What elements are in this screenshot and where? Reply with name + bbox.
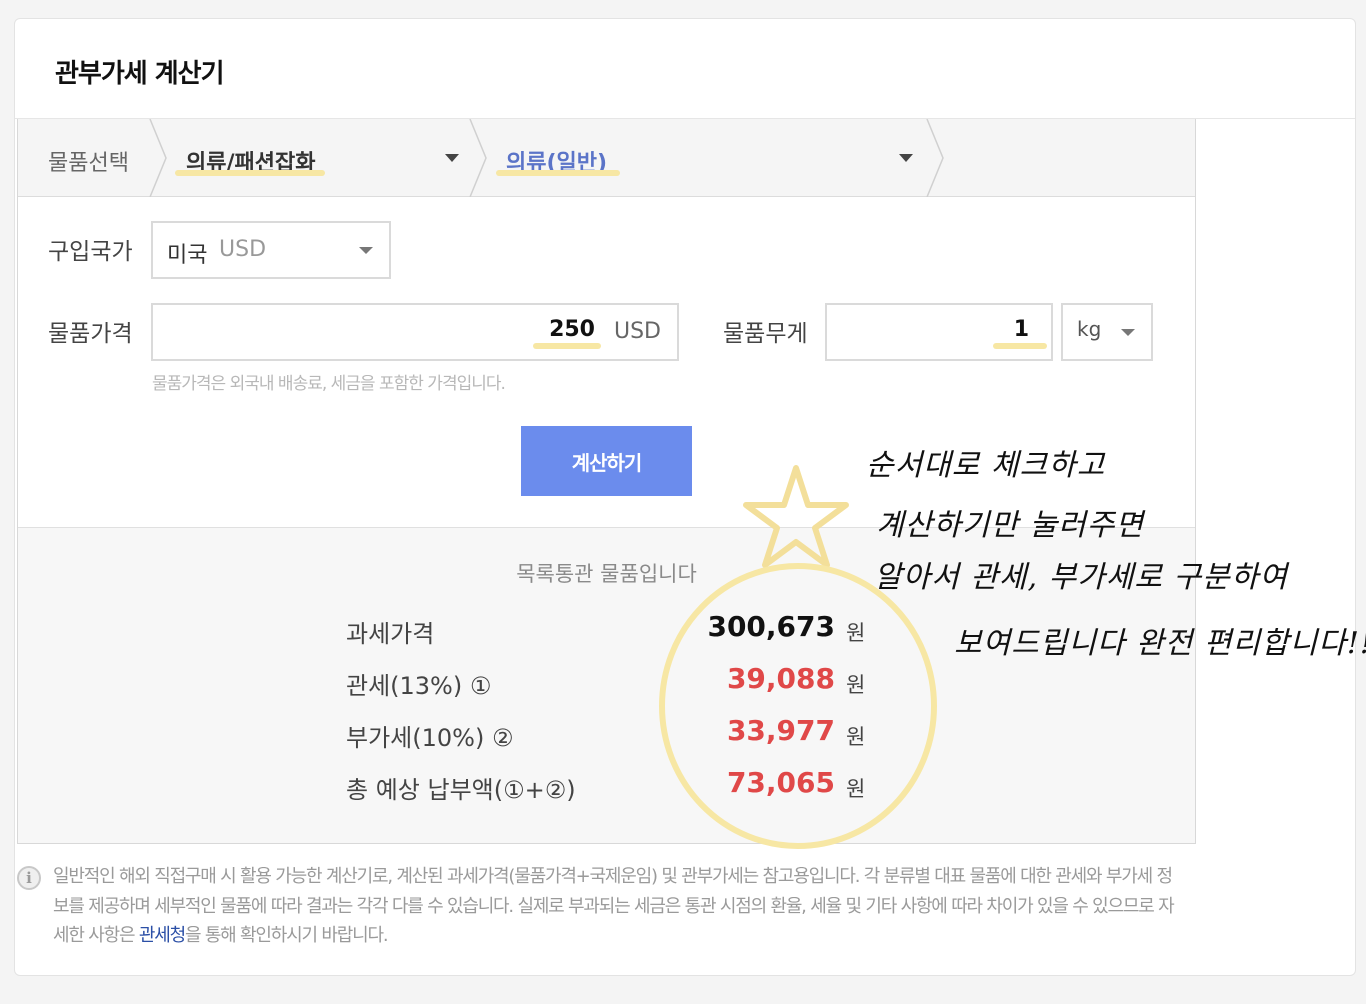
customs-service-link[interactable]: 관세청 bbox=[139, 925, 186, 946]
chevron-down-icon bbox=[359, 247, 373, 254]
currency-unit: 원 bbox=[846, 725, 866, 749]
info-icon: i bbox=[17, 866, 41, 890]
currency-unit: 원 bbox=[846, 621, 866, 645]
customs-duty-label: 관세(13%) ① bbox=[346, 672, 492, 700]
calculator-card: 관부가세 계산기 물품선택 의류/패션잡화 의류(일반) 구입국가 미국 USD… bbox=[14, 18, 1356, 976]
country-label: 구입국가 bbox=[48, 239, 133, 265]
highlight-mark bbox=[993, 343, 1047, 349]
price-label: 물품가격 bbox=[48, 321, 133, 347]
highlight-mark bbox=[496, 170, 620, 176]
total-value: 73,065 bbox=[726, 766, 835, 799]
vat-value: 33,977 bbox=[726, 714, 835, 747]
vat-label: 부가세(10%) ② bbox=[346, 724, 514, 752]
customs-duty-value: 39,088 bbox=[726, 662, 835, 695]
page-title: 관부가세 계산기 bbox=[55, 59, 224, 89]
highlight-mark bbox=[175, 170, 325, 176]
weight-unit-select[interactable]: kg bbox=[1061, 303, 1153, 361]
chevron-down-icon[interactable] bbox=[899, 154, 913, 162]
weight-unit-value: kg bbox=[1077, 317, 1102, 341]
price-hint: 물품가격은 외국내 배송료, 세금을 포함한 가격입니다. bbox=[152, 374, 506, 394]
category-selector: 물품선택 의류/패션잡화 의류(일반) bbox=[18, 119, 1195, 197]
price-field[interactable]: 250 USD bbox=[151, 303, 679, 361]
price-unit: USD bbox=[613, 319, 661, 344]
annotation-line-2: 계산하기만 눌러주면 bbox=[876, 508, 1144, 543]
taxable-price-label: 과세가격 bbox=[346, 620, 435, 648]
country-select[interactable]: 미국 USD bbox=[151, 221, 391, 279]
weight-field[interactable]: 1 bbox=[825, 303, 1053, 361]
price-input[interactable]: 250 bbox=[549, 317, 595, 342]
calculate-button[interactable]: 계산하기 bbox=[521, 426, 692, 496]
highlight-mark bbox=[533, 343, 601, 349]
weight-input[interactable]: 1 bbox=[1014, 317, 1029, 342]
taxable-price-value: 300,673 bbox=[707, 610, 835, 643]
chevron-down-icon[interactable] bbox=[445, 154, 459, 162]
country-value: 미국 bbox=[167, 243, 208, 268]
currency-unit: 원 bbox=[846, 777, 866, 801]
chevron-down-icon bbox=[1121, 329, 1135, 336]
country-currency: USD bbox=[219, 237, 267, 262]
annotation-line-3: 알아서 관세, 부가세로 구분하여 bbox=[874, 560, 1288, 595]
annotation-line-4: 보여드립니다 완전 편리합니다!! bbox=[954, 626, 1366, 661]
annotation-line-1: 순서대로 체크하고 bbox=[866, 448, 1106, 483]
notice-tail: 을 통해 확인하시기 바랍니다. bbox=[184, 925, 389, 946]
breadcrumb-separator-icon bbox=[149, 119, 167, 197]
category-label: 물품선택 bbox=[48, 151, 129, 176]
breadcrumb-separator-icon bbox=[926, 119, 944, 197]
currency-unit: 원 bbox=[846, 673, 866, 697]
total-label: 총 예상 납부액(①+②) bbox=[346, 776, 576, 804]
notice-text: 일반적인 해외 직접구매 시 활용 가능한 계산기로, 계산된 과세가격(물품가… bbox=[53, 862, 1183, 951]
breadcrumb-separator-icon bbox=[469, 119, 487, 197]
weight-label: 물품무게 bbox=[723, 321, 808, 347]
